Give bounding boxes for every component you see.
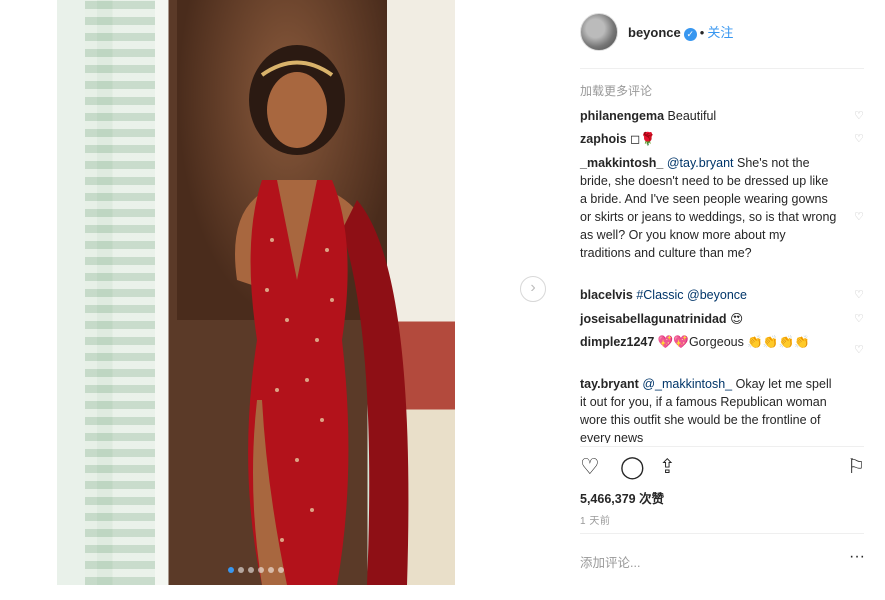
bookmark-icon[interactable]: ⚐ [847,454,865,480]
comment-mention[interactable]: @_makkintosh_ [642,377,732,391]
post-time: 1 天前 [580,516,611,527]
divider [580,446,864,447]
comment: blacelvis #Classic @beyonce ♡ [580,286,865,304]
follow-button[interactable]: 关注 [707,25,733,40]
carousel-dot [258,567,264,573]
comment-text: 💖💖Gorgeous 👏👏👏👏 [657,335,810,349]
comment-username[interactable]: _makkintosh_ [580,156,663,170]
comment-text: ◻🌹 [630,132,656,146]
carousel-dot [248,567,254,573]
comment: joseisabellagunatrinidad 😍 ♡ [580,310,865,328]
divider [580,68,864,69]
post-header: beyonce ✓ • 关注 [580,10,733,54]
comment-mention[interactable]: #Classic @beyonce [636,288,747,302]
woman-in-red-dress [235,45,409,585]
heart-icon[interactable]: ♡ [854,290,865,301]
post-photo[interactable] [57,0,455,585]
comment-input[interactable]: 添加评论... [580,552,640,571]
comment-text: Beautiful [667,109,717,123]
comment-text: 😍 [730,312,744,326]
carousel-indicator [57,567,455,573]
verified-badge-icon: ✓ [683,28,697,41]
comment: dimplez1247 💖💖Gorgeous 👏👏👏👏 ♡ [580,333,865,356]
chevron-right-icon[interactable]: › [520,276,546,302]
avatar[interactable] [580,13,618,51]
wall-pattern [85,0,155,585]
carousel-dot [228,567,234,573]
more-options-icon[interactable]: ··· [849,548,865,566]
heart-icon[interactable]: ♡ [854,111,865,122]
comment: tay.bryant @_makkintosh_ Okay let me spe… [580,375,865,443]
comment-username[interactable]: zaphois [580,132,627,146]
comment-username[interactable]: philanengema [580,109,664,123]
load-more-comments[interactable]: 加载更多评论 [580,82,652,99]
carousel-dot [238,567,244,573]
share-icon[interactable]: ⇪ [659,454,676,480]
action-bar: ♡ ◯ ⇪ ⚐ [580,454,865,482]
separator-dot: • [699,25,705,40]
comment-username[interactable]: joseisabellagunatrinidad [580,312,727,326]
comment-icon[interactable]: ◯ [620,454,645,480]
comment-username[interactable]: blacelvis [580,288,633,302]
like-count[interactable]: 5,466,379 次赞 [580,488,664,507]
comment-username[interactable]: dimplez1247 [580,335,654,349]
comment-mention[interactable]: @tay.bryant [667,156,734,170]
post-sidebar: beyonce ✓ • 关注 加载更多评论 philanengema Beautifu… [580,0,865,600]
heart-icon[interactable]: ♡ [854,345,865,356]
heart-icon[interactable]: ♡ [854,134,865,145]
comment: zaphois ◻🌹 ♡ [580,130,865,148]
comment: philanengema Beautiful ♡ [580,107,865,125]
heart-icon[interactable]: ♡ [854,212,865,223]
heart-icon[interactable]: ♡ [580,454,600,480]
divider [580,533,864,534]
carousel-dot [278,567,284,573]
comment: _makkintosh_ @tay.bryant She's not the b… [580,154,865,262]
heart-icon[interactable]: ♡ [854,314,865,325]
comment-username[interactable]: tay.bryant [580,377,639,391]
username[interactable]: beyonce [628,25,681,40]
comment-text: She's not the bride, she doesn't need to… [580,156,837,260]
carousel-dot [268,567,274,573]
